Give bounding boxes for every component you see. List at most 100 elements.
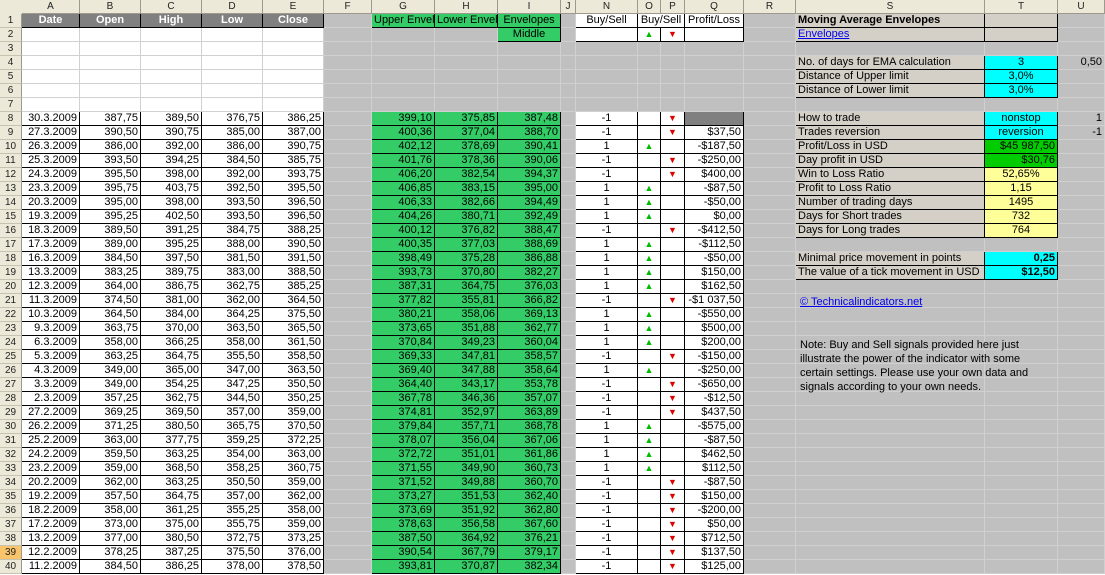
high-cell[interactable]: 364,75	[141, 490, 202, 504]
high-cell[interactable]: 363,25	[141, 476, 202, 490]
buy-arrow-icon[interactable]: ▲	[638, 434, 661, 448]
open-cell[interactable]: 395,75	[80, 182, 141, 196]
cell-t40[interactable]	[985, 560, 1058, 574]
day-profit-label[interactable]: Day profit in USD	[796, 154, 985, 168]
cell-d6[interactable]	[202, 84, 263, 98]
high-cell[interactable]: 402,50	[141, 210, 202, 224]
signal-cell[interactable]: -1	[576, 532, 638, 546]
column-header-h[interactable]: H	[435, 0, 498, 14]
column-header-j[interactable]: J	[561, 0, 576, 14]
close-cell[interactable]: 364,50	[263, 294, 324, 308]
high-cell[interactable]: 386,25	[141, 560, 202, 574]
open-cell[interactable]: 363,75	[80, 322, 141, 336]
header-close[interactable]: Close	[263, 14, 324, 28]
date-cell[interactable]: 20.2.2009	[22, 476, 80, 490]
cell-o4[interactable]	[638, 56, 661, 70]
cell-b5[interactable]	[80, 70, 141, 84]
row-header-24[interactable]: 24	[0, 336, 22, 350]
cell-r25[interactable]	[744, 350, 796, 364]
lower-envelope-cell[interactable]: 351,88	[435, 322, 498, 336]
cell-f21[interactable]	[324, 294, 372, 308]
open-cell[interactable]: 364,00	[80, 280, 141, 294]
middle-envelope-cell[interactable]: 366,82	[498, 294, 561, 308]
cell-u33[interactable]	[1058, 462, 1105, 476]
low-cell[interactable]: 350,50	[202, 476, 263, 490]
cell-u37[interactable]	[1058, 518, 1105, 532]
date-cell[interactable]: 3.3.2009	[22, 378, 80, 392]
cell-f4[interactable]	[324, 56, 372, 70]
lower-envelope-cell[interactable]: 370,80	[435, 266, 498, 280]
close-cell[interactable]: 361,50	[263, 336, 324, 350]
cell-f29[interactable]	[324, 406, 372, 420]
cell-p[interactable]	[661, 336, 685, 350]
row-header-19[interactable]: 19	[0, 266, 22, 280]
row-header-31[interactable]: 31	[0, 434, 22, 448]
cell-r36[interactable]	[744, 504, 796, 518]
upper-envelope-cell[interactable]: 406,85	[372, 182, 435, 196]
cell-f38[interactable]	[324, 532, 372, 546]
lower-envelope-cell[interactable]: 367,79	[435, 546, 498, 560]
row-header-1[interactable]: 1	[0, 14, 22, 28]
cell-f30[interactable]	[324, 420, 372, 434]
column-header-f[interactable]: F	[324, 0, 372, 14]
upper-envelope-cell[interactable]: 399,10	[372, 112, 435, 126]
cell-a7[interactable]	[22, 98, 80, 112]
cell-d5[interactable]	[202, 70, 263, 84]
buy-arrow-icon[interactable]: ▲	[638, 420, 661, 434]
open-cell[interactable]: 363,25	[80, 350, 141, 364]
cell-h2[interactable]	[435, 28, 498, 42]
lower-envelope-cell[interactable]: 347,81	[435, 350, 498, 364]
sell-arrow-icon[interactable]: ▼	[661, 532, 685, 546]
cell-s20[interactable]	[796, 280, 985, 294]
buy-arrow-icon[interactable]: ▲	[638, 182, 661, 196]
sell-arrow-icon[interactable]: ▼	[661, 546, 685, 560]
row-header-32[interactable]: 32	[0, 448, 22, 462]
cell-u13[interactable]	[1058, 182, 1105, 196]
profit-loss-cell[interactable]: $200,00	[685, 336, 744, 350]
cell-a4[interactable]	[22, 56, 80, 70]
lower-envelope-cell[interactable]: 378,36	[435, 154, 498, 168]
buy-arrow-icon[interactable]: ▲	[638, 140, 661, 154]
cell-r17[interactable]	[744, 238, 796, 252]
cell-f23[interactable]	[324, 322, 372, 336]
cell-o7[interactable]	[638, 98, 661, 112]
date-cell[interactable]: 12.2.2009	[22, 546, 80, 560]
cell-j23[interactable]	[561, 322, 576, 336]
row-header-7[interactable]: 7	[0, 98, 22, 112]
signal-cell[interactable]: 1	[576, 420, 638, 434]
cell-f34[interactable]	[324, 476, 372, 490]
close-cell[interactable]: 387,00	[263, 126, 324, 140]
signal-cell[interactable]: 1	[576, 210, 638, 224]
cell-n2[interactable]	[576, 28, 638, 42]
profit-loss-cell[interactable]: $437,50	[685, 406, 744, 420]
sell-arrow-icon[interactable]: ▼	[661, 168, 685, 182]
cell-j40[interactable]	[561, 560, 576, 574]
middle-envelope-cell[interactable]: 367,60	[498, 518, 561, 532]
row-header-15[interactable]: 15	[0, 210, 22, 224]
cell-f7[interactable]	[324, 98, 372, 112]
cell-p[interactable]	[661, 420, 685, 434]
cell-h7[interactable]	[435, 98, 498, 112]
high-cell[interactable]: 354,25	[141, 378, 202, 392]
cell-t29[interactable]	[985, 406, 1058, 420]
buy-arrow-icon[interactable]: ▲	[638, 196, 661, 210]
cell-b7[interactable]	[80, 98, 141, 112]
cell-g5[interactable]	[372, 70, 435, 84]
cell-f25[interactable]	[324, 350, 372, 364]
date-cell[interactable]: 20.3.2009	[22, 196, 80, 210]
row-header-33[interactable]: 33	[0, 462, 22, 476]
cell-p[interactable]	[661, 434, 685, 448]
cell-j1[interactable]	[561, 14, 576, 28]
low-cell[interactable]: 383,00	[202, 266, 263, 280]
cell-j30[interactable]	[561, 420, 576, 434]
cell-t34[interactable]	[985, 476, 1058, 490]
cell-r38[interactable]	[744, 532, 796, 546]
upper-envelope-cell[interactable]: 400,36	[372, 126, 435, 140]
open-cell[interactable]: 349,00	[80, 364, 141, 378]
cell-u39[interactable]	[1058, 546, 1105, 560]
lower-envelope-cell[interactable]: 356,04	[435, 434, 498, 448]
cell-f15[interactable]	[324, 210, 372, 224]
close-cell[interactable]: 350,25	[263, 392, 324, 406]
close-cell[interactable]: 396,50	[263, 210, 324, 224]
cell-j24[interactable]	[561, 336, 576, 350]
